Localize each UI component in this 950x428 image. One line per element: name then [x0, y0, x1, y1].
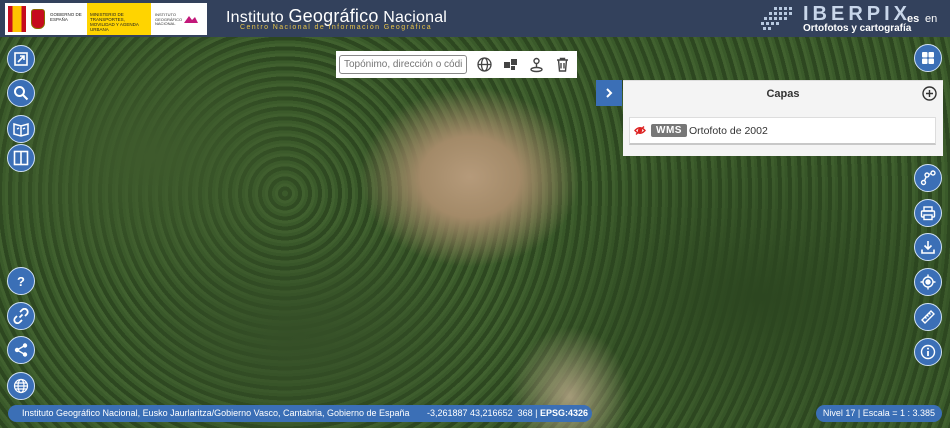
zoom-extent-button[interactable]: [7, 45, 35, 73]
link-icon: [13, 308, 29, 324]
download-button[interactable]: [914, 233, 942, 261]
ign-logo-icon: [184, 16, 198, 23]
ministry-logo: Ministerio de Transportes, Movilidad y A…: [87, 3, 151, 35]
info-button[interactable]: [914, 338, 942, 366]
measure-button[interactable]: [914, 303, 942, 331]
search-button[interactable]: [7, 79, 35, 107]
elevation-value: 368: [517, 408, 533, 418]
place-marker-icon[interactable]: [528, 56, 545, 73]
chevron-right-icon: [606, 88, 613, 98]
coordinates-value: -3,261887 43,216652: [427, 408, 513, 418]
layer-name: Ortofoto de 2002: [689, 125, 768, 137]
map-book-button[interactable]: [7, 115, 35, 143]
collapse-panel-button[interactable]: [596, 80, 622, 106]
search-panel: [336, 51, 577, 78]
layer-type-badge: WMS: [651, 124, 687, 137]
spain-flag-icon: [8, 6, 26, 32]
government-logos[interactable]: Gobierno de España Ministerio de Transpo…: [5, 3, 207, 35]
layer-item[interactable]: WMS Ortofoto de 2002: [629, 117, 936, 145]
app-header: Gobierno de España Ministerio de Transpo…: [0, 0, 950, 37]
network-button[interactable]: [914, 164, 942, 192]
print-button[interactable]: [914, 199, 942, 227]
search-icon: [14, 86, 29, 101]
split-view-button[interactable]: [7, 144, 35, 172]
share-button[interactable]: [7, 336, 35, 364]
info-icon: [920, 344, 936, 360]
ruler-icon: [921, 310, 935, 324]
attribution-text: Instituto Geográfico Nacional, Eusko Jau…: [22, 408, 410, 418]
coat-of-arms-icon: [31, 9, 45, 29]
ign-small-label: Instituto Geográfico Nacional: [155, 12, 183, 26]
epsg-value[interactable]: EPSG:4326: [540, 408, 588, 418]
add-layer-icon[interactable]: [922, 86, 937, 101]
locate-button[interactable]: [914, 268, 942, 296]
link-button[interactable]: [7, 302, 35, 330]
split-view-icon: [13, 150, 29, 166]
app-subtitle: Centro Nacional de Información Geográfic…: [240, 24, 433, 31]
coordinates-readout: -3,261887 43,216652 368 | EPSG:4326: [427, 408, 589, 418]
svg-text:?: ?: [17, 274, 25, 289]
share-icon: [14, 343, 28, 357]
scale-bar: Nivel 17 | Escala = 1 : 3.385: [816, 405, 942, 422]
network-icon: [920, 170, 936, 186]
title-part-b: Geográfico: [288, 6, 379, 26]
eye-hidden-icon[interactable]: [634, 126, 646, 135]
layers-panel: Capas WMS Ortofoto de 2002: [623, 80, 943, 156]
locate-icon: [920, 274, 936, 290]
zoom-extent-icon: [14, 52, 28, 66]
basemaps-button[interactable]: [914, 44, 942, 72]
map-book-icon: [13, 123, 29, 137]
iberpix-logo-icon: [761, 7, 792, 30]
globe-icon: [13, 378, 29, 394]
trash-icon[interactable]: [554, 56, 571, 73]
print-icon: [920, 206, 936, 221]
lang-es-link[interactable]: es: [907, 13, 919, 25]
ministry-label: Ministerio de Transportes, Movilidad y A…: [90, 12, 139, 32]
attribution-bar: Instituto Geográfico Nacional, Eusko Jau…: [8, 405, 592, 422]
layers-select-icon[interactable]: [502, 56, 519, 73]
iberpix-subtitle: Ortofotos y cartografía: [803, 23, 912, 34]
grid-icon: [922, 52, 934, 64]
layers-title: Capas: [766, 88, 800, 100]
download-icon: [921, 241, 935, 254]
zoom-level: Nivel 17: [822, 408, 856, 418]
help-icon: ?: [17, 274, 25, 289]
search-input[interactable]: [339, 55, 467, 74]
scale-value: Escala = 1 : 3.385: [862, 408, 936, 418]
help-button[interactable]: ?: [7, 267, 35, 295]
lang-en-link[interactable]: en: [925, 13, 937, 25]
gov-label: Gobierno de España: [50, 12, 82, 22]
globe-button[interactable]: [7, 372, 35, 400]
world-search-icon[interactable]: [476, 56, 493, 73]
